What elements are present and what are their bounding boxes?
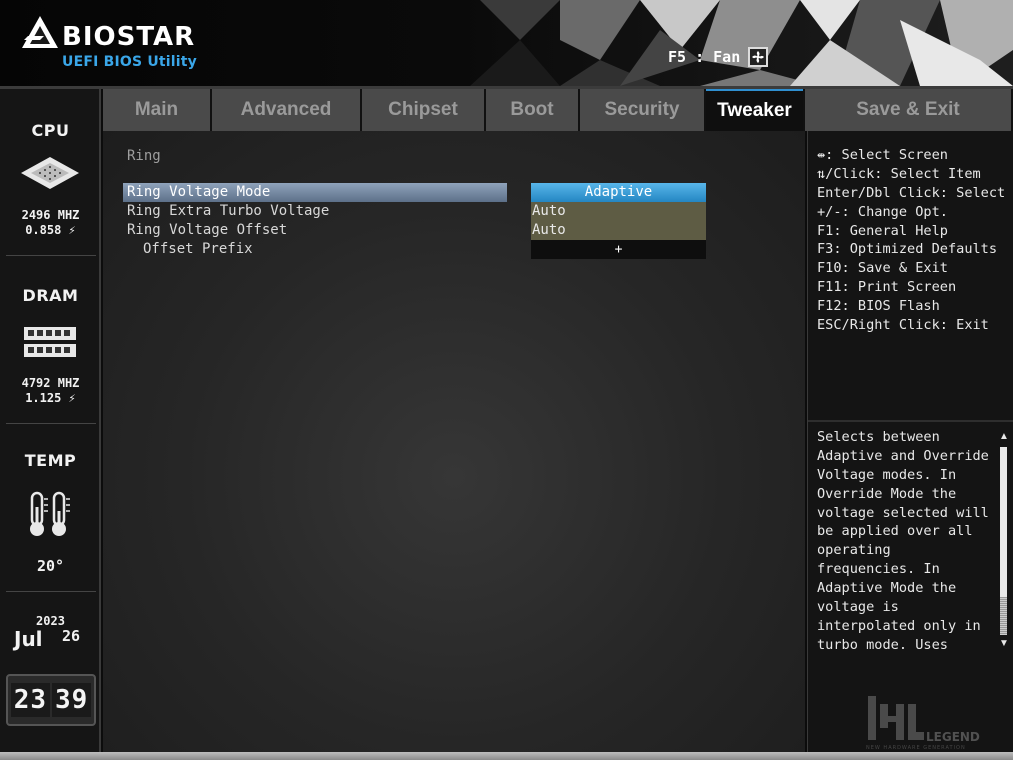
dram-module-icon [23, 327, 76, 357]
key-help-list: ⇹: Select Screen ⇅/Click: Select Item En… [817, 146, 1012, 335]
bottom-edge [0, 752, 1013, 760]
dram-title: DRAM [22, 286, 79, 305]
offset-prefix-value[interactable]: + [531, 240, 706, 259]
thermometer-icon [29, 491, 70, 536]
tab-main[interactable]: Main [103, 89, 210, 131]
fan-icon [748, 47, 769, 67]
fan-label: F5 : Fan [668, 48, 741, 66]
description-line: operating [817, 542, 891, 559]
tab-chipset[interactable]: Chipset [362, 89, 484, 131]
key-help-item: F3: Optimized Defaults [817, 241, 998, 258]
cpu-chip-icon [20, 157, 79, 189]
help-divider [808, 420, 1013, 422]
offset-prefix-label[interactable]: Offset Prefix [123, 240, 253, 259]
sidebar-divider [6, 255, 96, 256]
clock-hours: 23 [10, 683, 50, 717]
description-line: voltage is [817, 599, 899, 616]
date-month: Jul [14, 627, 43, 651]
item-description: Selects between Adaptive and Override Vo… [817, 428, 992, 655]
description-line: Override Mode the [817, 485, 957, 502]
scrollbar-thumb[interactable] [1000, 597, 1007, 635]
ring-voltage-mode-label[interactable]: Ring Voltage Mode [123, 183, 507, 202]
date-day: 26 [62, 627, 81, 645]
description-line: frequencies. In [817, 561, 940, 578]
biostar-logo: BIOSTAR UEFI BIOS Utility [20, 14, 220, 74]
key-help-item: ESC/Right Click: Exit [817, 317, 989, 334]
temp-title: TEMP [24, 451, 77, 470]
digital-clock: 23 39 [6, 674, 96, 726]
description-line: interpolated only in [817, 617, 981, 634]
tab-security[interactable]: Security [580, 89, 704, 131]
menu-tabs: Main Advanced Chipset Boot Security Twea… [103, 89, 1013, 131]
bios-subtitle: UEFI BIOS Utility [62, 54, 197, 70]
date-year: 2023 [36, 614, 65, 628]
brand-name: BIOSTAR [62, 22, 196, 52]
system-status-sidebar: CPU 2496 MHZ 0.858 ⚡ DRAM 4792 MHZ 1.125… [0, 89, 101, 760]
description-line: turbo mode. Uses [817, 636, 948, 653]
section-title: Ring [127, 148, 161, 164]
header-bar: BIOSTAR UEFI BIOS Utility F5 : Fan [0, 0, 1013, 86]
cpu-title: CPU [31, 121, 70, 140]
cpu-frequency: 2496 MHZ [21, 208, 80, 222]
ring-voltage-offset-value[interactable]: Auto [531, 221, 706, 240]
temperature-value: 20° [36, 557, 65, 575]
key-help-item: F11: Print Screen [817, 279, 957, 296]
sidebar-divider [6, 423, 96, 424]
description-line: Selects between [817, 429, 940, 445]
biostar-logo-icon [22, 16, 58, 48]
fan-button[interactable]: F5 : Fan [668, 44, 769, 70]
sidebar-divider [6, 591, 96, 592]
tab-boot[interactable]: Boot [486, 89, 578, 131]
key-help-item: F10: Save & Exit [817, 260, 948, 277]
key-help-item: ⇅/Click: Select Item [817, 165, 981, 182]
description-line: Adaptive and Override [817, 447, 989, 464]
dram-frequency: 4792 MHZ [21, 376, 80, 390]
watermark-tagline: NEW HARDWARE GENERATION [866, 745, 966, 751]
tab-advanced[interactable]: Advanced [212, 89, 360, 131]
tab-tweaker[interactable]: Tweaker [706, 89, 803, 131]
key-help-item: F1: General Help [817, 222, 948, 239]
description-line: be applied over all [817, 523, 973, 540]
description-scrollbar[interactable] [1000, 447, 1007, 635]
key-help-item: Enter/Dbl Click: Select [817, 184, 1006, 201]
cpu-voltage: 0.858 ⚡ [25, 223, 76, 237]
ring-voltage-offset-label[interactable]: Ring Voltage Offset [123, 221, 287, 240]
settings-panel: Ring Ring Voltage Mode Adaptive Ring Ext… [103, 131, 805, 760]
ring-extra-turbo-voltage-label[interactable]: Ring Extra Turbo Voltage [123, 202, 329, 221]
key-help-item: F12: BIOS Flash [817, 298, 940, 315]
key-help-item: +/-: Change Opt. [817, 203, 948, 220]
tab-save-exit[interactable]: Save & Exit [805, 89, 1011, 131]
key-help-item: ⇹: Select Screen [817, 147, 948, 163]
clock-minutes: 39 [52, 683, 92, 717]
watermark-logo: LEGEND NEW HARDWARE GENERATION [866, 694, 1008, 752]
scroll-down-arrow-icon[interactable]: ▼ [998, 638, 1010, 650]
scroll-up-arrow-icon[interactable]: ▲ [998, 431, 1010, 443]
dram-voltage: 1.125 ⚡ [25, 391, 76, 405]
ring-extra-turbo-voltage-value[interactable]: Auto [531, 202, 706, 221]
description-line: Voltage modes. In [817, 466, 957, 483]
ring-voltage-mode-value[interactable]: Adaptive [531, 183, 706, 202]
watermark-name: LEGEND [926, 730, 980, 744]
watermark-icon [868, 696, 924, 740]
description-line: voltage selected will [817, 504, 989, 521]
help-panel: ⇹: Select Screen ⇅/Click: Select Item En… [807, 131, 1013, 760]
description-line: Adaptive Mode the [817, 580, 957, 597]
